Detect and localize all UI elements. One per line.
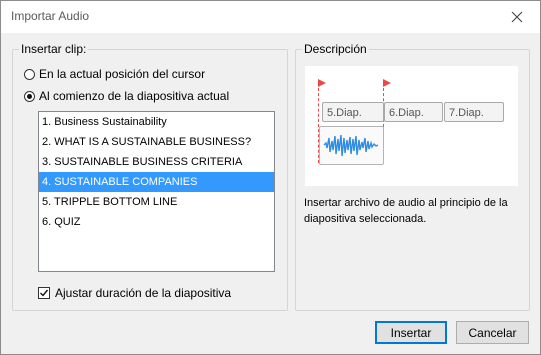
- radio-slide-start[interactable]: Al comienzo de la diapositiva actual: [24, 89, 229, 103]
- list-item[interactable]: 5. TRIPPLE BOTTOM LINE: [39, 192, 274, 212]
- description-legend: Descripción: [302, 42, 369, 56]
- list-item[interactable]: 3. SUSTAINABLE BUSINESS CRITERIA: [39, 152, 274, 172]
- audio-clip: [319, 126, 384, 165]
- checkmark-icon: [40, 289, 49, 297]
- adjust-duration-label: Ajustar duración de la diapositiva: [55, 286, 232, 300]
- insert-clip-legend: Insertar clip:: [19, 42, 89, 56]
- radio-slide-start-label: Al comienzo de la diapositiva actual: [39, 89, 230, 103]
- radio-button-checked[interactable]: [24, 90, 35, 102]
- slide-list[interactable]: 1. Business Sustainability 2. WHAT IS A …: [38, 111, 275, 272]
- cancel-button[interactable]: Cancelar: [456, 321, 529, 344]
- slide-slot: 5.Diap.: [322, 102, 384, 122]
- title-bar: Importar Audio: [1, 1, 540, 33]
- list-item[interactable]: 1. Business Sustainability: [39, 112, 274, 132]
- list-item-selected[interactable]: 4. SUSTAINABLE COMPANIES: [39, 172, 274, 192]
- waveform-icon: [323, 134, 379, 157]
- radio-cursor-position[interactable]: En la actual posición del cursor: [24, 67, 205, 81]
- slide-slot: 6.Diap.: [384, 102, 443, 122]
- close-button[interactable]: [494, 1, 540, 33]
- close-icon: [511, 11, 523, 23]
- window-title: Importar Audio: [11, 9, 90, 23]
- list-item[interactable]: 6. QUIZ: [39, 212, 274, 232]
- adjust-duration-checkbox-row[interactable]: Ajustar duración de la diapositiva: [38, 286, 231, 300]
- description-preview: 5.Diap. 6.Diap. 7.Diap.: [305, 66, 518, 186]
- insert-button[interactable]: Insertar: [375, 321, 447, 344]
- import-audio-dialog: Importar Audio Insertar clip: En la actu…: [0, 0, 541, 355]
- adjust-duration-checkbox[interactable]: [38, 287, 50, 299]
- radio-cursor-label: En la actual posición del cursor: [39, 67, 206, 81]
- slide-slot: 7.Diap.: [444, 102, 504, 122]
- list-item[interactable]: 2. WHAT IS A SUSTAINABLE BUSINESS?: [39, 132, 274, 152]
- radio-button[interactable]: [24, 68, 35, 80]
- description-text: Insertar archivo de audio al principio d…: [304, 197, 508, 225]
